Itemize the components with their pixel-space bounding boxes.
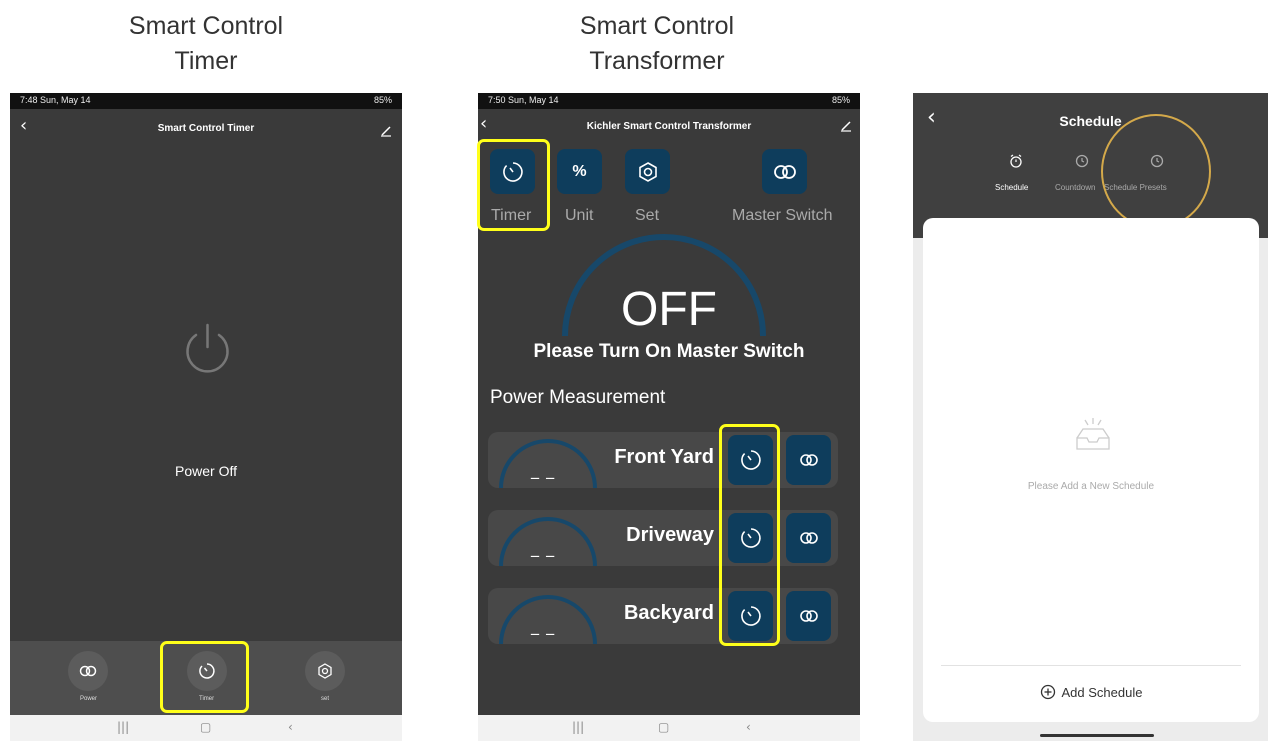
master-switch-message: Please Turn On Master Switch — [533, 341, 805, 362]
zone-value: _ _ — [531, 460, 556, 479]
zone-row-driveway: _ _ Driveway — [488, 510, 838, 566]
android-nav-bar-2: ||| ▢ ‹ — [478, 715, 860, 741]
status-time: 7:48 Sun, May 14 — [20, 95, 91, 105]
edit-icon-2[interactable] — [840, 120, 852, 132]
power-status-text: Power Off — [175, 463, 237, 479]
status-battery: 85% — [373, 95, 392, 105]
set-button[interactable] — [625, 149, 670, 194]
caption-timer-line1: Smart Control — [128, 12, 284, 40]
zone-name: Backyard — [623, 602, 714, 624]
tab-countdown[interactable]: Countdown — [1055, 183, 1108, 192]
alarm-clock-icon — [1010, 154, 1022, 168]
highlight-presets-circle — [1101, 114, 1211, 229]
recents-button[interactable]: ||| — [117, 720, 129, 734]
card-divider — [941, 665, 1241, 666]
percent-icon: % — [572, 162, 587, 180]
highlight-timer-button — [477, 139, 550, 231]
loop-icon — [773, 164, 796, 179]
loop-icon — [79, 665, 97, 677]
android-nav-bar: ||| ▢ ‹ — [10, 715, 402, 741]
status-battery-2: 85% — [831, 95, 850, 105]
tab-countdown-label: Countdown — [1055, 183, 1096, 192]
zone-switch-button[interactable] — [786, 591, 831, 641]
tab-power[interactable] — [68, 651, 108, 691]
settings-icon — [318, 663, 332, 679]
zone-name: Driveway — [626, 524, 714, 546]
unit-button[interactable]: % — [557, 149, 602, 194]
edit-icon[interactable] — [380, 125, 392, 137]
schedule-card: Please Add a New Schedule Add Schedule — [923, 218, 1259, 722]
page-title: Smart Control Timer — [157, 123, 255, 134]
settings-icon — [638, 161, 657, 182]
loop-icon — [799, 532, 818, 544]
add-schedule-label: Add Schedule — [1061, 684, 1143, 700]
home-button[interactable]: ▢ — [200, 720, 211, 734]
caption-timer: Smart Control Timer — [106, 9, 306, 79]
zone-row-front-yard: _ _ Front Yard — [488, 432, 838, 488]
master-switch-button[interactable] — [762, 149, 807, 194]
zone-switch-button[interactable] — [786, 513, 831, 563]
loop-icon — [799, 610, 818, 622]
recents-button-2[interactable]: ||| — [572, 720, 584, 734]
nav-back-button-2[interactable]: ‹ — [746, 720, 751, 734]
home-button-2[interactable]: ▢ — [658, 720, 669, 734]
section-title: Power Measurement — [490, 387, 666, 408]
zone-switch-button[interactable] — [786, 435, 831, 485]
state-text: OFF — [621, 283, 717, 336]
status-bar: 7:48 Sun, May 14 85% — [10, 93, 402, 109]
highlight-zone-timers — [719, 424, 780, 646]
tab-set-label: set — [321, 696, 330, 702]
plus-circle-icon — [1040, 684, 1055, 700]
zone-value: _ _ — [531, 616, 556, 635]
zone-name: Front Yard — [614, 446, 714, 468]
zone-row-backyard: _ _ Backyard — [488, 588, 838, 644]
schedule-title: Schedule — [1059, 113, 1122, 129]
caption-transformer-line2: Transformer — [589, 47, 725, 75]
zone-value: _ _ — [531, 538, 556, 557]
caption-transformer-line1: Smart Control — [579, 12, 735, 40]
add-schedule-button[interactable]: Add Schedule — [923, 684, 1259, 700]
tab-set[interactable] — [305, 651, 345, 691]
caption-transformer: Smart Control Transformer — [547, 9, 767, 79]
clock-icon — [1075, 154, 1089, 168]
home-indicator — [1040, 734, 1154, 737]
nav-back-button[interactable]: ‹ — [288, 720, 293, 734]
empty-state-text: Please Add a New Schedule — [1027, 481, 1155, 492]
caption-timer-line2: Timer — [174, 47, 238, 75]
status-time-2: 7:50 Sun, May 14 — [488, 95, 559, 105]
status-bar-2: 7:50 Sun, May 14 85% — [478, 93, 860, 109]
power-icon — [186, 323, 229, 373]
highlight-timer-tab — [160, 641, 249, 713]
loop-icon — [799, 454, 818, 466]
screen-schedule: ‹ Schedule Schedule Countdown Schedule P… — [913, 93, 1268, 741]
screen-smart-control-timer: 7:48 Sun, May 14 85% ‹ Smart Control Tim… — [10, 93, 402, 741]
empty-tray-icon — [1076, 418, 1110, 450]
tab-power-label: Power — [80, 696, 98, 702]
page-title-2: Kichler Smart Control Transformer — [586, 121, 752, 132]
tab-schedule[interactable]: Schedule — [995, 183, 1028, 192]
